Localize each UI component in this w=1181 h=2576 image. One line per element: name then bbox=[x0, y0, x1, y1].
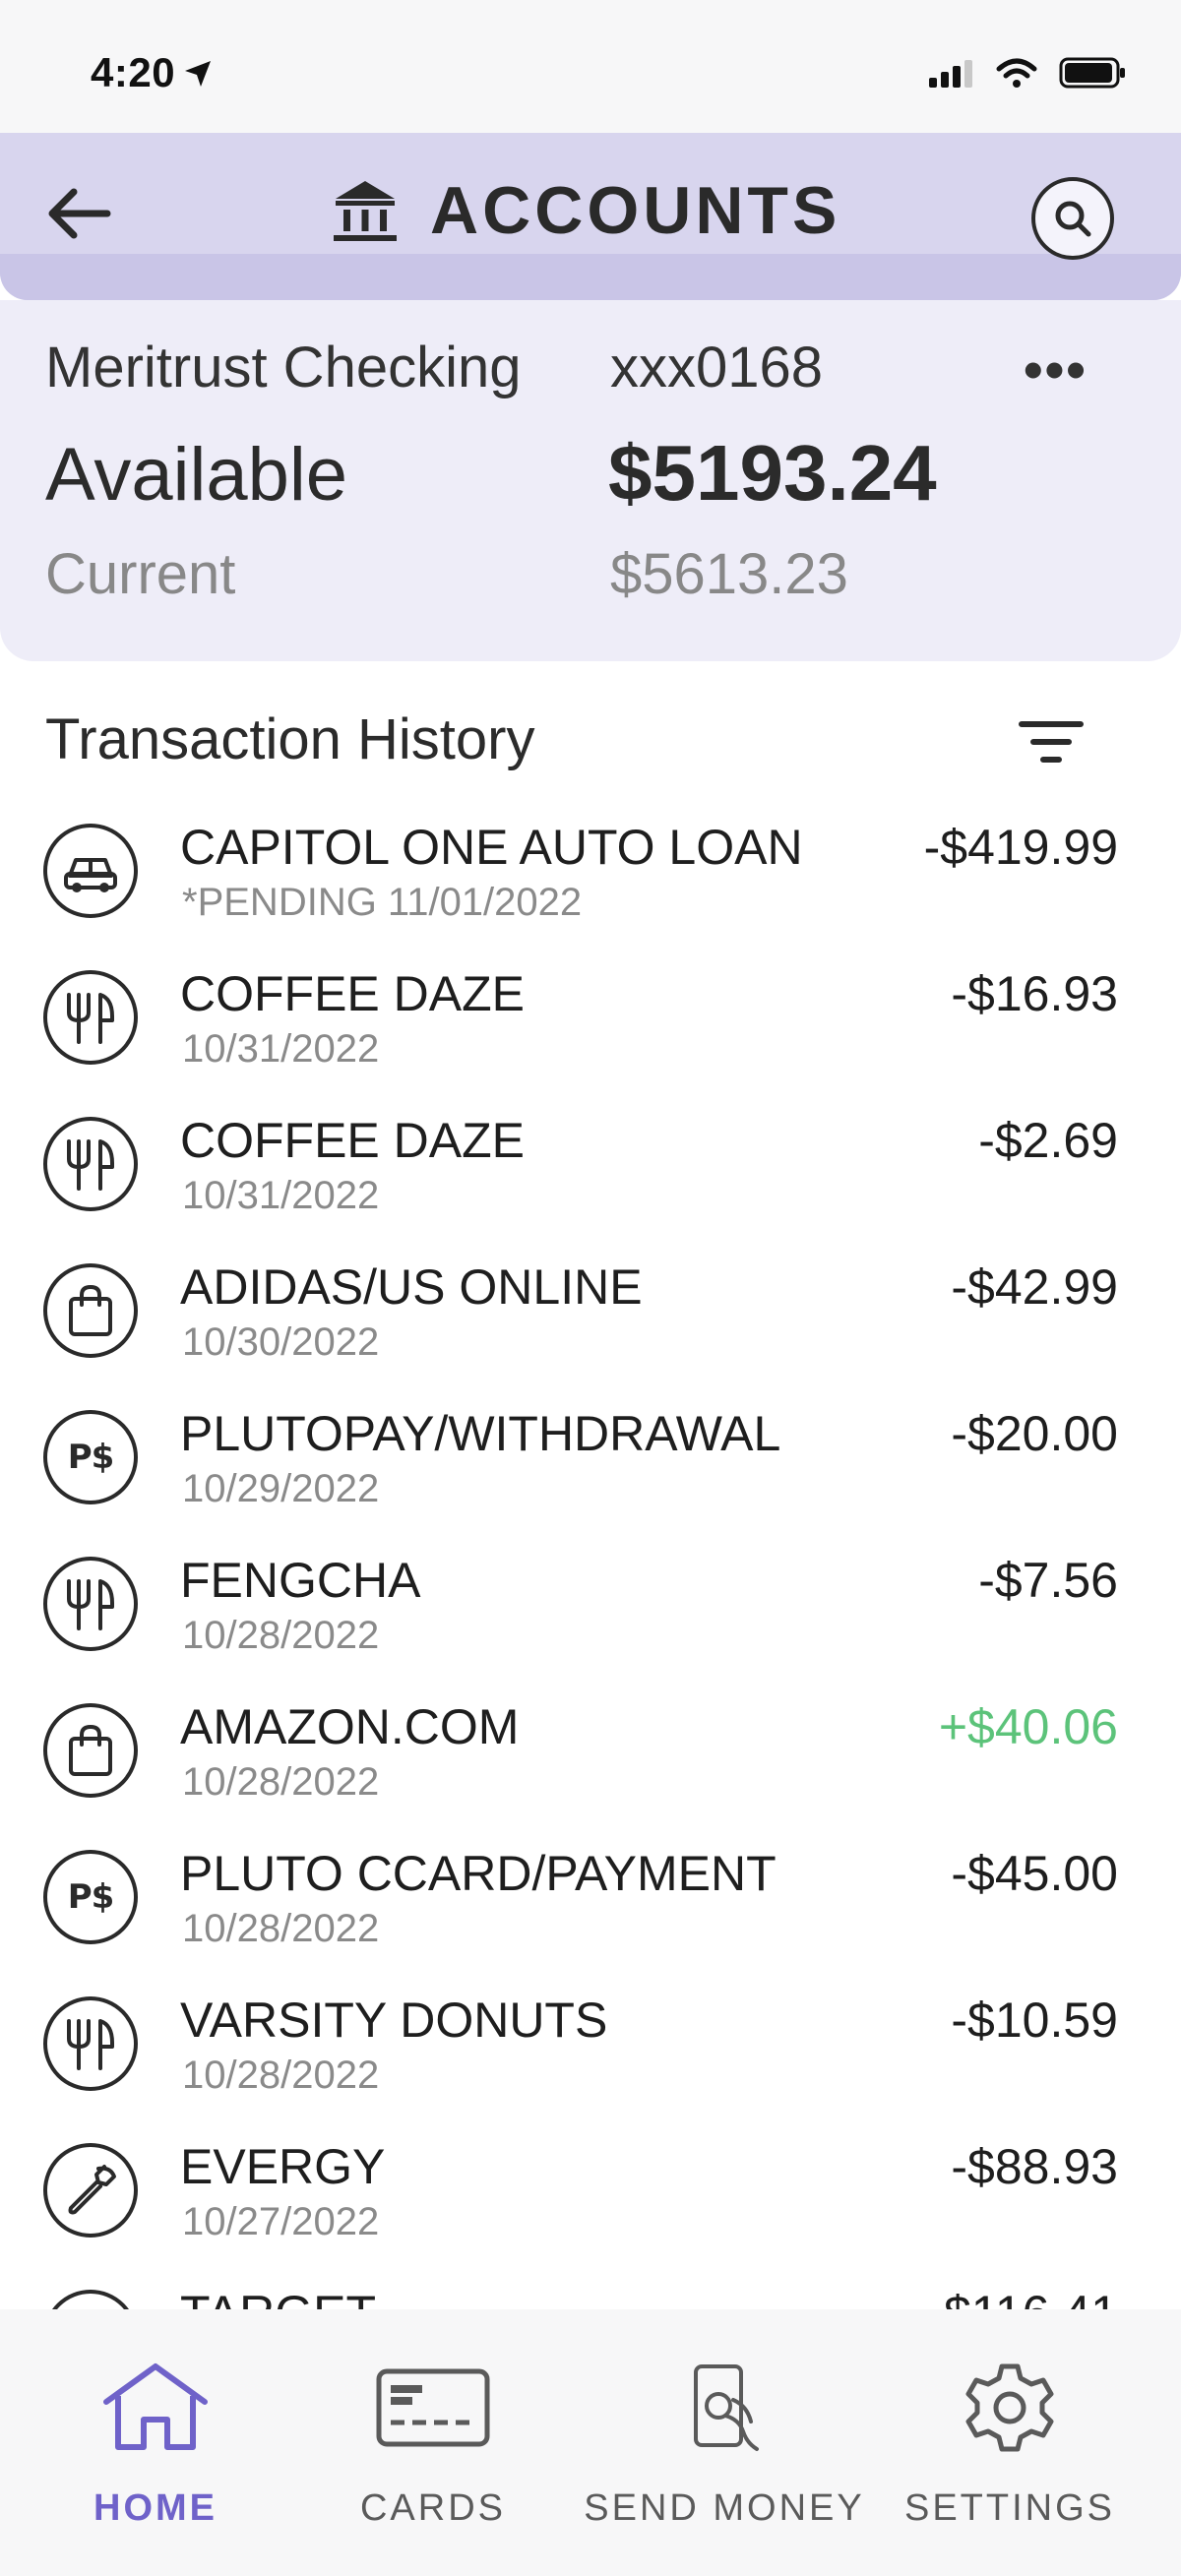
bank-icon bbox=[334, 181, 397, 241]
status-time-text: 4:20 bbox=[91, 49, 176, 95]
transaction-row[interactable]: VARSITY DONUTS 10/28/2022 -$10.59 bbox=[0, 1972, 1181, 2118]
transaction-amount: -$2.69 bbox=[978, 1113, 1118, 1168]
transaction-amount: -$45.00 bbox=[951, 1846, 1118, 1901]
transaction-date: 10/31/2022 bbox=[182, 1174, 380, 1217]
transaction-row[interactable]: COFFEE DAZE 10/31/2022 -$2.69 bbox=[0, 1092, 1181, 1239]
transaction-name: COFFEE DAZE bbox=[180, 1113, 526, 1168]
nav-home-label: HOME bbox=[93, 2487, 218, 2529]
search-icon bbox=[1055, 201, 1091, 237]
wrench-icon bbox=[43, 2143, 138, 2238]
nav-send-money[interactable]: SEND MONEY bbox=[584, 2354, 862, 2550]
filter-icon bbox=[1019, 721, 1084, 763]
transaction-name: PLUTO CCARD/PAYMENT bbox=[180, 1846, 777, 1901]
available-label: Available bbox=[45, 433, 348, 517]
status-time: 4:20 bbox=[91, 49, 213, 96]
car-icon bbox=[43, 824, 138, 918]
transaction-name: TARGET bbox=[180, 2285, 376, 2309]
utensils-icon bbox=[43, 1117, 138, 1211]
transaction-amount: -$116.41 bbox=[927, 2285, 1118, 2309]
signal-icon bbox=[929, 60, 972, 88]
search-button[interactable] bbox=[1031, 177, 1114, 260]
transaction-row[interactable]: FENGCHA 10/28/2022 -$7.56 bbox=[0, 1532, 1181, 1679]
transaction-name: CAPITOL ONE AUTO LOAN bbox=[180, 820, 803, 875]
transaction-date: 10/30/2022 bbox=[182, 1320, 380, 1364]
transaction-amount: -$16.93 bbox=[951, 966, 1118, 1021]
available-balance: $5193.24 bbox=[608, 429, 937, 517]
transaction-date: 10/27/2022 bbox=[182, 2200, 380, 2243]
back-button[interactable] bbox=[41, 176, 116, 251]
gear-icon bbox=[946, 2354, 1074, 2462]
shopping-bag-icon bbox=[43, 2290, 138, 2309]
transaction-date: *PENDING 11/01/2022 bbox=[182, 881, 583, 924]
bottom-nav: HOME CARDS SEND MONEY SETTINGS bbox=[0, 2309, 1181, 2576]
transaction-name: AMAZON.COM bbox=[180, 1699, 520, 1754]
nav-settings[interactable]: SETTINGS bbox=[882, 2354, 1138, 2550]
transaction-row[interactable]: AMAZON.COM 10/28/2022 +$40.06 bbox=[0, 1679, 1181, 1825]
shopping-bag-icon bbox=[43, 1703, 138, 1798]
transaction-row[interactable]: EVERGY 10/27/2022 -$88.93 bbox=[0, 2118, 1181, 2265]
pluto-pay-icon-text: P$ bbox=[67, 1877, 115, 1917]
pluto-pay-icon: P$ bbox=[43, 1410, 138, 1504]
card-icon bbox=[369, 2354, 497, 2462]
transaction-name: ADIDAS/US ONLINE bbox=[180, 1259, 643, 1315]
page-title: ACCOUNTS bbox=[430, 173, 841, 248]
utensils-icon bbox=[43, 1996, 138, 2091]
transaction-amount: -$88.93 bbox=[951, 2139, 1118, 2194]
transaction-name: COFFEE DAZE bbox=[180, 966, 526, 1021]
nav-settings-label: SETTINGS bbox=[903, 2487, 1116, 2529]
transaction-history-title: Transaction History bbox=[45, 707, 535, 771]
transaction-name: VARSITY DONUTS bbox=[180, 1993, 608, 2048]
more-options-button[interactable]: ••• bbox=[1024, 337, 1088, 401]
transaction-row[interactable]: ADIDAS/US ONLINE 10/30/2022 -$42.99 bbox=[0, 1239, 1181, 1385]
status-icons bbox=[929, 57, 1126, 89]
utensils-icon bbox=[43, 970, 138, 1065]
transaction-date: 10/29/2022 bbox=[182, 1467, 380, 1510]
nav-home[interactable]: HOME bbox=[28, 2354, 283, 2550]
transaction-amount: -$10.59 bbox=[951, 1993, 1118, 2048]
transaction-amount: -$419.99 bbox=[923, 820, 1118, 875]
utensils-icon bbox=[43, 1557, 138, 1651]
transaction-row[interactable]: CAPITOL ONE AUTO LOAN *PENDING 11/01/202… bbox=[0, 799, 1181, 946]
transaction-name: PLUTOPAY/WITHDRAWAL bbox=[180, 1406, 781, 1461]
nav-send-money-label: SEND MONEY bbox=[584, 2487, 865, 2529]
transaction-row[interactable]: P$ PLUTO CCARD/PAYMENT 10/28/2022 -$45.0… bbox=[0, 1825, 1181, 1972]
transaction-history-header: Transaction History bbox=[0, 689, 1181, 787]
nav-cards[interactable]: CARDS bbox=[305, 2354, 561, 2550]
transaction-list: CAPITOL ONE AUTO LOAN *PENDING 11/01/202… bbox=[0, 799, 1181, 2309]
transaction-row[interactable]: COFFEE DAZE 10/31/2022 -$16.93 bbox=[0, 946, 1181, 1092]
send-money-icon bbox=[660, 2354, 788, 2462]
account-summary-card: Meritrust Checking xxx0168 ••• Available… bbox=[0, 300, 1181, 661]
wifi-icon bbox=[996, 58, 1037, 88]
account-name: Meritrust Checking bbox=[45, 336, 522, 399]
arrow-left-icon bbox=[48, 188, 111, 239]
nav-cards-label: CARDS bbox=[359, 2487, 507, 2529]
status-bar: 4:20 bbox=[0, 0, 1181, 133]
transaction-date: 10/31/2022 bbox=[182, 1027, 380, 1071]
transaction-name: FENGCHA bbox=[180, 1553, 421, 1608]
transaction-name: EVERGY bbox=[180, 2139, 386, 2194]
transaction-date: 10/28/2022 bbox=[182, 1907, 380, 1950]
account-number: xxx0168 bbox=[610, 336, 824, 399]
transaction-amount: -$7.56 bbox=[978, 1553, 1118, 1608]
transaction-date: 10/28/2022 bbox=[182, 1614, 380, 1657]
current-label: Current bbox=[45, 542, 236, 606]
transaction-amount: -$42.99 bbox=[951, 1259, 1118, 1315]
pluto-pay-icon: P$ bbox=[43, 1850, 138, 1944]
transaction-date: 10/28/2022 bbox=[182, 2054, 380, 2097]
header-band bbox=[0, 254, 1181, 300]
shopping-bag-icon bbox=[43, 1263, 138, 1358]
transaction-row[interactable]: TARGET -$116.41 bbox=[0, 2265, 1181, 2309]
location-arrow-icon bbox=[185, 61, 212, 87]
home-icon bbox=[92, 2354, 219, 2462]
filter-button[interactable] bbox=[1012, 708, 1090, 775]
app-header: ACCOUNTS bbox=[0, 133, 1181, 300]
battery-icon bbox=[1059, 57, 1125, 89]
transaction-amount: -$20.00 bbox=[951, 1406, 1118, 1461]
pluto-pay-icon-text: P$ bbox=[67, 1438, 115, 1477]
transaction-date: 10/28/2022 bbox=[182, 1760, 380, 1804]
current-balance: $5613.23 bbox=[610, 542, 848, 606]
header-title-wrap: ACCOUNTS bbox=[330, 172, 840, 249]
transaction-amount: +$40.06 bbox=[938, 1699, 1118, 1754]
transaction-row[interactable]: P$ PLUTOPAY/WITHDRAWAL 10/29/2022 -$20.0… bbox=[0, 1385, 1181, 1532]
